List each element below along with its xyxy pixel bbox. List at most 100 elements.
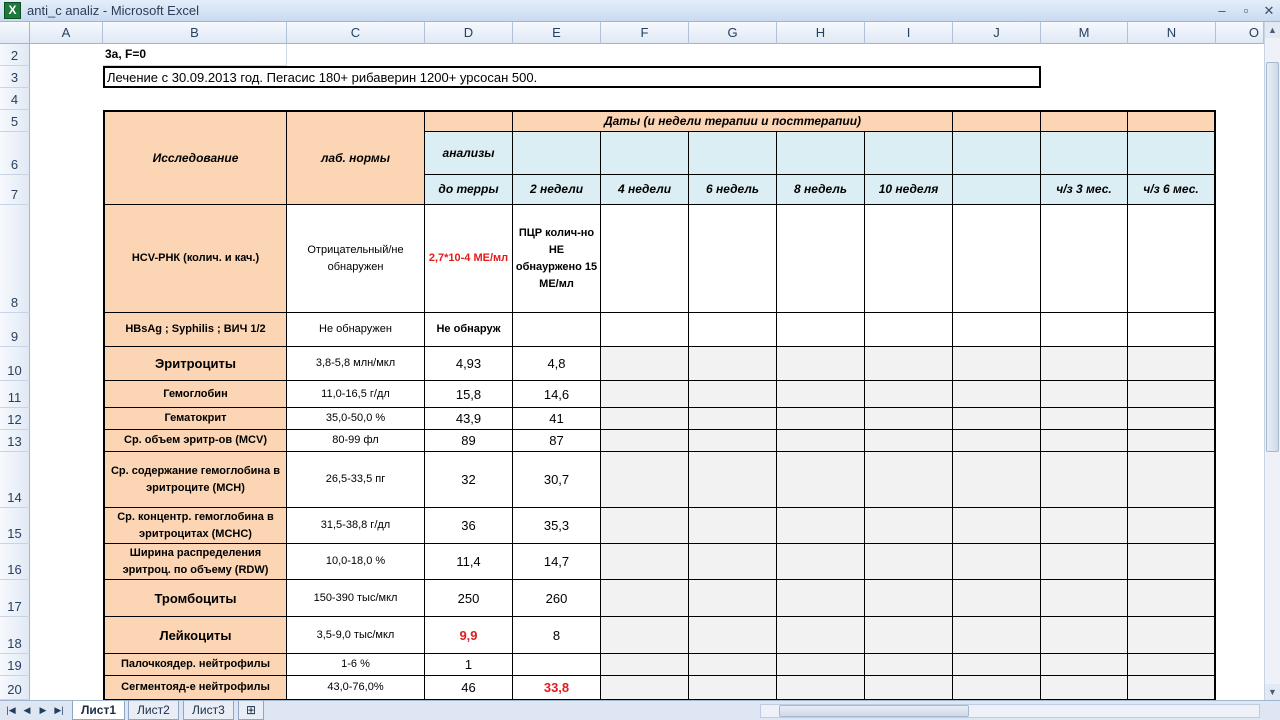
row-header[interactable]: 20 bbox=[0, 676, 30, 700]
scroll-up-arrow-icon[interactable]: ▲ bbox=[1265, 22, 1280, 38]
column-header-j[interactable]: J bbox=[953, 22, 1041, 44]
horizontal-scroll-thumb[interactable] bbox=[779, 705, 969, 717]
header-week10[interactable]: 10 неделя bbox=[865, 175, 953, 205]
row-empty-cell[interactable] bbox=[777, 408, 865, 430]
row-empty-cell[interactable] bbox=[1128, 676, 1216, 700]
row-value-week2[interactable]: 33,8 bbox=[513, 676, 601, 700]
row-label[interactable]: HBsAg ; Syphilis ; ВИЧ 1/2 bbox=[103, 313, 287, 347]
column-header-d[interactable]: D bbox=[425, 22, 513, 44]
row-value-week2[interactable] bbox=[513, 654, 601, 676]
row-value-before[interactable]: 9,9 bbox=[425, 617, 513, 654]
row-label[interactable]: Ср. содержание гемоглобина в эритроците … bbox=[103, 452, 287, 508]
row-empty-cell[interactable] bbox=[689, 654, 777, 676]
row-empty-cell[interactable] bbox=[601, 452, 689, 508]
row-value-before[interactable]: 36 bbox=[425, 508, 513, 544]
row-empty-cell[interactable] bbox=[953, 676, 1041, 700]
row-value-week2[interactable]: 4,8 bbox=[513, 347, 601, 381]
row-header[interactable]: 11 bbox=[0, 381, 30, 408]
header-week8[interactable]: 8 недель bbox=[777, 175, 865, 205]
row-empty-cell[interactable] bbox=[865, 544, 953, 580]
row-value-before[interactable]: 15,8 bbox=[425, 381, 513, 408]
row-empty-cell[interactable] bbox=[689, 452, 777, 508]
row-empty-cell[interactable] bbox=[865, 313, 953, 347]
row-norm[interactable]: 11,0-16,5 г/дл bbox=[287, 381, 425, 408]
row-empty-cell[interactable] bbox=[865, 408, 953, 430]
row-empty-cell[interactable] bbox=[1041, 452, 1128, 508]
cell-b3-treatment[interactable]: Лечение с 30.09.2013 год. Пегасис 180+ р… bbox=[103, 66, 1041, 88]
row-norm[interactable]: 10,0-18,0 % bbox=[287, 544, 425, 580]
row-empty-cell[interactable] bbox=[865, 580, 953, 617]
row-empty-cell[interactable] bbox=[777, 508, 865, 544]
scroll-down-arrow-icon[interactable]: ▼ bbox=[1265, 684, 1280, 700]
row-empty-cell[interactable] bbox=[1041, 508, 1128, 544]
row-value-week2[interactable] bbox=[513, 313, 601, 347]
vertical-scrollbar[interactable]: ▲ ▼ bbox=[1264, 22, 1280, 700]
row-value-before[interactable]: 43,9 bbox=[425, 408, 513, 430]
first-sheet-icon[interactable]: |◀ bbox=[4, 703, 18, 717]
row-value-week2[interactable]: 8 bbox=[513, 617, 601, 654]
select-all-corner[interactable] bbox=[0, 22, 30, 44]
column-header-e[interactable]: E bbox=[513, 22, 601, 44]
row-empty-cell[interactable] bbox=[865, 381, 953, 408]
row-header[interactable]: 17 bbox=[0, 580, 30, 617]
row-empty-cell[interactable] bbox=[953, 452, 1041, 508]
row-empty-cell[interactable] bbox=[601, 580, 689, 617]
row-empty-cell[interactable] bbox=[865, 654, 953, 676]
row-empty-cell[interactable] bbox=[953, 381, 1041, 408]
row-header[interactable]: 8 bbox=[0, 205, 30, 313]
row-empty-cell[interactable] bbox=[1128, 408, 1216, 430]
row-empty-cell[interactable] bbox=[777, 205, 865, 313]
sheet-tab-3[interactable]: Лист3 bbox=[183, 701, 234, 720]
row-header[interactable]: 19 bbox=[0, 654, 30, 676]
minimize-button[interactable]: – bbox=[1214, 3, 1230, 19]
row-empty-cell[interactable] bbox=[777, 617, 865, 654]
horizontal-scrollbar[interactable] bbox=[760, 704, 1260, 718]
row-value-before[interactable]: 11,4 bbox=[425, 544, 513, 580]
row-norm[interactable]: 35,0-50,0 % bbox=[287, 408, 425, 430]
row-empty-cell[interactable] bbox=[601, 205, 689, 313]
row-empty-cell[interactable] bbox=[689, 617, 777, 654]
row-label[interactable]: Сегментояд-е нейтрофилы bbox=[103, 676, 287, 700]
row-empty-cell[interactable] bbox=[777, 676, 865, 700]
row-empty-cell[interactable] bbox=[953, 430, 1041, 452]
row-empty-cell[interactable] bbox=[1041, 654, 1128, 676]
row-empty-cell[interactable] bbox=[601, 347, 689, 381]
row-empty-cell[interactable] bbox=[777, 313, 865, 347]
spreadsheet-grid[interactable]: A B C D E F G H I J M N O 2 3 4 5 6 7 8 … bbox=[0, 22, 1264, 700]
row-empty-cell[interactable] bbox=[777, 654, 865, 676]
row-header[interactable]: 4 bbox=[0, 88, 30, 110]
row-empty-cell[interactable] bbox=[777, 347, 865, 381]
row-empty-cell[interactable] bbox=[601, 508, 689, 544]
row-empty-cell[interactable] bbox=[601, 676, 689, 700]
maximize-button[interactable]: ▫ bbox=[1238, 3, 1254, 19]
cell-b2-genotype[interactable]: 3a, F=0 bbox=[103, 44, 287, 66]
row-empty-cell[interactable] bbox=[601, 313, 689, 347]
row-value-week2[interactable]: 30,7 bbox=[513, 452, 601, 508]
row-header[interactable]: 15 bbox=[0, 508, 30, 544]
row-value-week2[interactable]: ПЦР колич-но НЕ обнауржено 15 МЕ/мл bbox=[513, 205, 601, 313]
row-empty-cell[interactable] bbox=[1128, 617, 1216, 654]
header-week4[interactable]: 4 недели bbox=[601, 175, 689, 205]
row-empty-cell[interactable] bbox=[1041, 676, 1128, 700]
row-header[interactable]: 9 bbox=[0, 313, 30, 347]
row-empty-cell[interactable] bbox=[1041, 617, 1128, 654]
row-empty-cell[interactable] bbox=[689, 676, 777, 700]
row-label[interactable]: HCV-РНК (колич. и кач.) bbox=[103, 205, 287, 313]
row-empty-cell[interactable] bbox=[689, 430, 777, 452]
row-label[interactable]: Тромбоциты bbox=[103, 580, 287, 617]
row-label[interactable]: Палочкоядер. нейтрофилы bbox=[103, 654, 287, 676]
row-empty-cell[interactable] bbox=[777, 452, 865, 508]
row-header[interactable]: 18 bbox=[0, 617, 30, 654]
row-empty-cell[interactable] bbox=[953, 617, 1041, 654]
row-empty-cell[interactable] bbox=[601, 617, 689, 654]
row-empty-cell[interactable] bbox=[1128, 381, 1216, 408]
header-before[interactable]: до терры bbox=[425, 175, 513, 205]
row-value-before[interactable]: 250 bbox=[425, 580, 513, 617]
row-header[interactable]: 5 bbox=[0, 110, 30, 132]
row-empty-cell[interactable] bbox=[865, 452, 953, 508]
header-week2[interactable]: 2 недели bbox=[513, 175, 601, 205]
row-empty-cell[interactable] bbox=[953, 205, 1041, 313]
row-empty-cell[interactable] bbox=[689, 381, 777, 408]
row-header[interactable]: 2 bbox=[0, 44, 30, 66]
header-week6[interactable]: 6 недель bbox=[689, 175, 777, 205]
